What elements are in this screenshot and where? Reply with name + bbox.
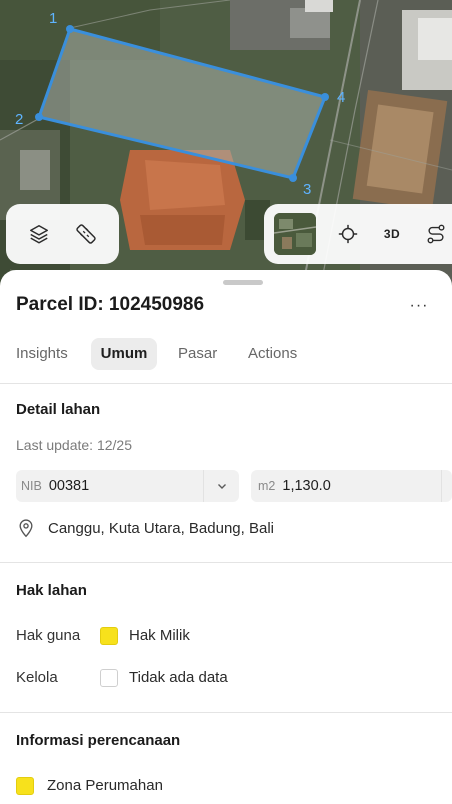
area-field[interactable]: m2 1,130.0 [251,470,452,502]
satellite-thumbnail [274,213,316,255]
nib-dropdown-button[interactable] [203,470,239,502]
zone-value: Zona Perumahan [47,777,163,794]
area-value: 1,130.0 [282,478,331,494]
section-title-rights: Hak lahan [16,582,87,599]
layers-button[interactable] [17,212,61,256]
hak-milik-swatch [100,627,118,645]
divider [0,712,452,713]
layers-icon [30,225,49,244]
location-pin-icon [19,519,33,538]
location-row: Canggu, Kuta Utara, Badung, Bali [16,518,274,538]
tab-umum[interactable]: Umum [91,338,157,370]
tab-insights[interactable]: Insights [16,338,68,370]
divider [0,562,452,563]
parcel-vertex[interactable] [289,174,297,182]
chevron-down-icon [217,484,226,489]
nib-prefix: NIB [21,479,42,493]
vertex-label-1: 1 [49,10,57,27]
3d-label: 3D [383,227,401,241]
measure-button[interactable] [64,212,108,256]
basemap-toggle[interactable] [274,213,316,255]
rights-value-kelola: Tidak ada data [129,669,228,686]
parcel-vertex[interactable] [66,25,74,33]
field-separator [441,470,442,502]
section-title-detail: Detail lahan [16,401,101,418]
more-options-button[interactable]: ··· [404,294,434,318]
section-title-planning: Informasi perencanaan [16,732,181,749]
map-view-group: 3D [264,204,452,264]
page-title: Parcel ID: 102450986 [16,294,205,315]
locate-button[interactable] [326,212,370,256]
route-button[interactable] [414,212,452,256]
zone-swatch [16,777,34,795]
vertex-label-4: 4 [337,89,345,106]
ruler-icon [76,224,96,244]
vertex-label-3: 3 [303,181,311,198]
satellite-map[interactable]: 1 2 3 4 3D [0,0,452,300]
map-tools-group [6,204,119,264]
rights-value-hak-guna: Hak Milik [129,627,190,644]
divider [0,383,452,384]
route-icon [427,224,445,244]
rights-label-kelola: Kelola [16,669,58,686]
tab-pasar[interactable]: Pasar [178,338,217,370]
parcel-vertex[interactable] [321,93,329,101]
nib-field[interactable]: NIB 00381 [16,470,239,502]
drag-handle[interactable] [223,280,263,285]
vertex-label-2: 2 [15,111,23,128]
more-icon: ··· [409,297,429,314]
rights-label-hak-guna: Hak guna [16,627,81,644]
area-prefix: m2 [258,479,276,493]
crosshair-icon [338,224,358,244]
last-update-text: Last update: 12/25 [16,437,132,453]
parcel-detail-sheet: Parcel ID: 102450986 ··· Insights Umum P… [0,270,452,804]
3d-button[interactable]: 3D [370,212,414,256]
tab-actions[interactable]: Actions [248,338,297,370]
parcel-vertex[interactable] [35,113,43,121]
nib-value: 00381 [48,478,90,494]
tab-bar: Insights Umum Pasar Actions [0,338,452,372]
no-data-swatch [100,669,118,687]
location-text: Canggu, Kuta Utara, Badung, Bali [48,519,274,537]
